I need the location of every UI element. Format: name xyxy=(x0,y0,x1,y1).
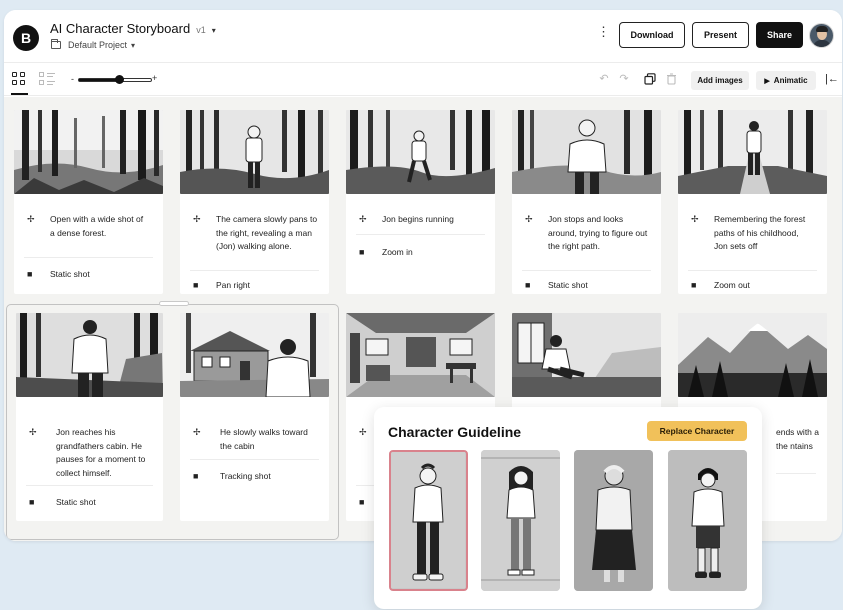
running-figure-icon: ✢ xyxy=(525,214,533,224)
storyboard-title[interactable]: AI Character Storyboard xyxy=(50,21,190,36)
project-name: Default Project xyxy=(68,40,128,50)
frame-divider xyxy=(356,234,485,235)
frame-shot-text[interactable]: Zoom out xyxy=(714,279,814,293)
animatic-label: Animatic xyxy=(773,76,808,85)
chevron-down-icon[interactable]: ▾ xyxy=(212,26,216,35)
camera-icon: ■ xyxy=(359,497,365,507)
frame-action-text[interactable]: Jon stops and looks around, trying to fi… xyxy=(548,213,650,254)
running-figure-icon: ✢ xyxy=(359,214,367,224)
frame-action-text[interactable]: He slowly walks toward the cabin xyxy=(220,426,320,453)
frame-divider xyxy=(688,270,817,271)
collapse-panel-icon[interactable]: |← xyxy=(825,73,839,85)
frame-divider xyxy=(190,270,319,271)
zoom-slider-fill xyxy=(79,79,120,81)
more-options-icon[interactable]: ⋮ xyxy=(597,25,610,38)
redo-icon[interactable]: ↷ xyxy=(618,73,630,85)
header: B AI Character Storyboard v1 ▾ Default P… xyxy=(4,10,842,63)
character-guideline-panel: Character Guideline Replace Character xyxy=(374,407,762,609)
frame-action-text[interactable]: Remembering the forest paths of his chil… xyxy=(714,213,814,254)
zoom-out-button[interactable]: - xyxy=(71,74,74,84)
frame-image[interactable] xyxy=(678,110,827,194)
running-figure-icon: ✢ xyxy=(193,214,201,224)
camera-icon: ■ xyxy=(359,247,365,257)
duplicate-icon[interactable] xyxy=(644,73,656,85)
frame-divider xyxy=(26,485,153,486)
frame-image[interactable] xyxy=(346,313,495,397)
frame-divider xyxy=(776,473,816,474)
frame-shot-text[interactable]: Static shot xyxy=(50,268,150,282)
storyboard-frame-3[interactable]: ✢ Jon begins running ■ Zoom in xyxy=(346,110,495,294)
running-figure-icon: ✢ xyxy=(27,214,35,224)
present-button[interactable]: Present xyxy=(692,22,749,48)
version-selector[interactable]: v1 xyxy=(196,25,206,35)
frame-shot-text[interactable]: Pan right xyxy=(216,279,316,293)
project-selector[interactable]: Default Project ▾ xyxy=(51,39,136,50)
storyboard-frame-2[interactable]: ✢ The camera slowly pans to the right, r… xyxy=(180,110,329,294)
trash-icon[interactable] xyxy=(665,73,677,85)
frame-shot-text[interactable]: Zoom in xyxy=(382,246,482,260)
title-row: AI Character Storyboard v1 ▾ xyxy=(50,21,216,36)
camera-icon: ■ xyxy=(193,471,199,481)
frame-action-text[interactable]: ends with a the ntains xyxy=(776,426,826,453)
replace-character-button[interactable]: Replace Character xyxy=(647,421,747,441)
undo-icon[interactable]: ↶ xyxy=(598,73,610,85)
character-option-3[interactable] xyxy=(574,450,653,591)
frame-action-text[interactable]: Open with a wide shot of a dense forest. xyxy=(50,213,150,240)
running-figure-icon: ✢ xyxy=(359,427,367,437)
list-view-icon[interactable] xyxy=(39,72,55,86)
frame-shot-text[interactable]: Static shot xyxy=(548,279,648,293)
app-logo[interactable]: B xyxy=(13,25,39,51)
camera-icon: ■ xyxy=(29,497,35,507)
frame-divider xyxy=(24,257,153,258)
frame-shot-text[interactable]: Static shot xyxy=(56,496,156,510)
camera-icon: ■ xyxy=(525,280,531,290)
storyboard-frame-6[interactable]: ✢ Jon reaches his grandfathers cabin. He… xyxy=(16,313,163,521)
frame-image[interactable] xyxy=(16,313,163,397)
animatic-button[interactable]: ▶ Animatic xyxy=(756,71,816,90)
camera-icon: ■ xyxy=(193,280,199,290)
folder-icon xyxy=(51,39,61,49)
storyboard-frame-4[interactable]: ✢ Jon stops and looks around, trying to … xyxy=(512,110,661,294)
toolbar: - + ↶ ↷ Add images ▶ Animatic |← xyxy=(4,63,842,96)
frame-image[interactable] xyxy=(180,313,329,397)
download-button[interactable]: Download xyxy=(619,22,685,48)
add-images-button[interactable]: Add images xyxy=(691,71,749,90)
selection-handle[interactable] xyxy=(159,301,189,306)
camera-icon: ■ xyxy=(27,269,33,279)
share-button[interactable]: Share xyxy=(756,22,803,48)
character-option-2[interactable] xyxy=(481,450,560,591)
user-avatar[interactable] xyxy=(809,23,834,48)
frame-divider xyxy=(190,459,319,460)
character-option-1[interactable] xyxy=(389,450,468,591)
frame-image[interactable] xyxy=(14,110,163,194)
frame-image[interactable] xyxy=(346,110,495,194)
frame-action-text[interactable]: The camera slowly pans to the right, rev… xyxy=(216,213,318,254)
running-figure-icon: ✢ xyxy=(193,427,201,437)
character-option-4[interactable] xyxy=(668,450,747,591)
frame-image[interactable] xyxy=(512,313,661,397)
frame-image[interactable] xyxy=(678,313,827,397)
running-figure-icon: ✢ xyxy=(29,427,37,437)
storyboard-frame-5[interactable]: ✢ Remembering the forest paths of his ch… xyxy=(678,110,827,294)
frame-action-text[interactable]: Jon reaches his grandfathers cabin. He p… xyxy=(56,426,156,480)
frame-divider xyxy=(522,270,651,271)
storyboard-frame-7[interactable]: ✢ He slowly walks toward the cabin ■ Tra… xyxy=(180,313,329,521)
grid-view-icon[interactable] xyxy=(12,72,26,86)
frame-action-text[interactable]: Jon begins running xyxy=(382,213,482,227)
zoom-slider-thumb[interactable] xyxy=(114,75,124,84)
frame-image[interactable] xyxy=(180,110,329,194)
zoom-in-button[interactable]: + xyxy=(152,73,157,83)
chevron-down-icon: ▾ xyxy=(131,40,136,50)
frame-image[interactable] xyxy=(512,110,661,194)
zoom-slider[interactable] xyxy=(78,75,152,84)
guideline-title: Character Guideline xyxy=(388,424,522,440)
running-figure-icon: ✢ xyxy=(691,214,699,224)
camera-icon: ■ xyxy=(691,280,697,290)
active-view-indicator xyxy=(11,93,28,95)
play-icon: ▶ xyxy=(764,77,770,85)
storyboard-frame-1[interactable]: ✢ Open with a wide shot of a dense fores… xyxy=(14,110,163,294)
frame-shot-text[interactable]: Tracking shot xyxy=(220,470,320,484)
